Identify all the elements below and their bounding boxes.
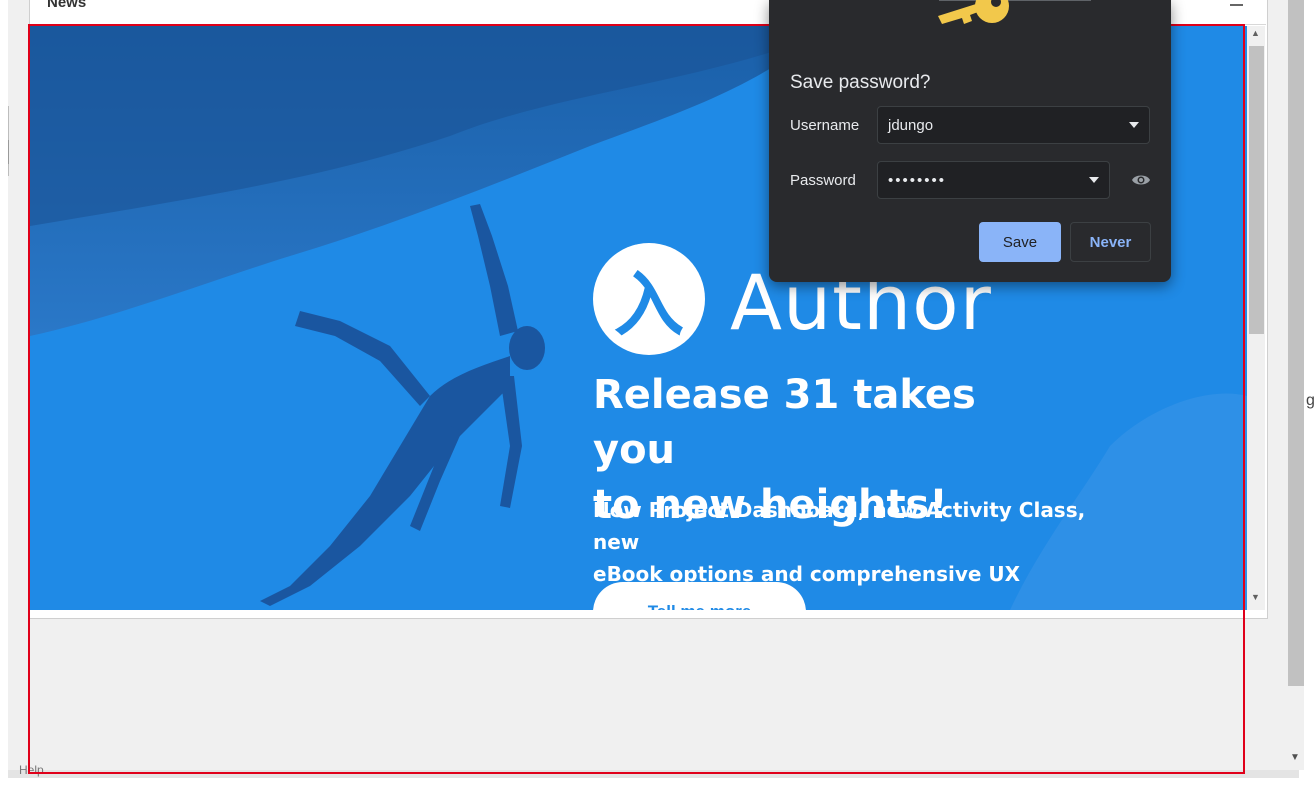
password-value: •••••••• xyxy=(888,171,947,189)
scroll-down-arrow-icon[interactable]: ▼ xyxy=(1290,752,1300,763)
left-edge-divider xyxy=(8,140,9,164)
username-label: Username xyxy=(790,117,860,134)
author-logo-icon: 入 xyxy=(593,243,705,355)
show-password-eye-icon[interactable] xyxy=(1131,172,1151,188)
password-label: Password xyxy=(790,172,856,189)
offscreen-text-fragment: g xyxy=(1306,392,1315,409)
minimize-icon[interactable] xyxy=(1230,4,1243,6)
save-password-dialog: Save password? Username jdungo Password … xyxy=(769,0,1171,282)
save-button[interactable]: Save xyxy=(979,222,1061,262)
password-select[interactable]: •••••••• xyxy=(877,161,1110,199)
headline-line: Release 31 takes you xyxy=(593,372,976,473)
username-select[interactable]: jdungo xyxy=(877,106,1150,144)
help-link[interactable]: Help xyxy=(19,763,44,777)
news-scrollbar-thumb[interactable] xyxy=(1249,46,1264,334)
scroll-up-arrow-icon[interactable]: ▲ xyxy=(1251,28,1260,38)
status-bar xyxy=(8,770,1299,778)
key-icon xyxy=(938,0,1009,24)
scroll-down-arrow-icon[interactable]: ▼ xyxy=(1251,592,1260,602)
username-value: jdungo xyxy=(888,116,934,134)
dialog-title: Save password? xyxy=(790,72,931,93)
chevron-down-icon xyxy=(1129,122,1139,128)
chevron-down-icon xyxy=(1089,177,1099,183)
tell-me-more-button[interactable]: Tell me more xyxy=(593,582,806,610)
never-button[interactable]: Never xyxy=(1070,222,1151,262)
news-title: News xyxy=(47,0,87,11)
subhead-line: New Project Dashboard, new Activity Clas… xyxy=(593,498,1086,554)
outer-scrollbar-thumb[interactable] xyxy=(1288,0,1304,686)
